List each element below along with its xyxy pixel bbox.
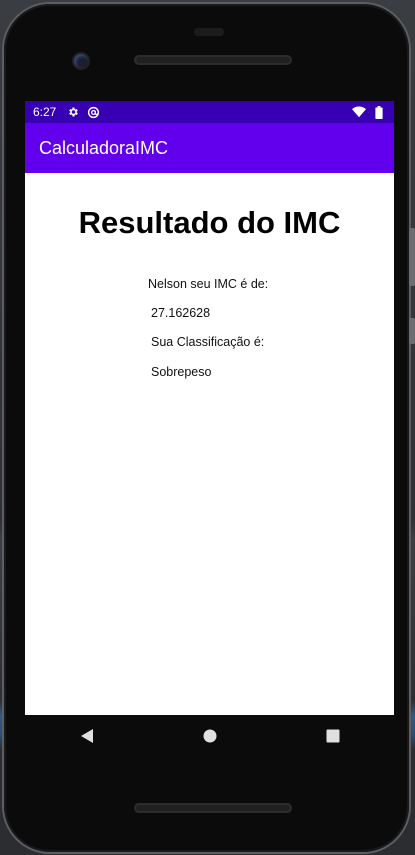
result-heading: Resultado do IMC bbox=[78, 205, 341, 240]
imc-intro-text: Nelson seu IMC é de: bbox=[148, 277, 269, 291]
power-button[interactable] bbox=[409, 318, 415, 344]
classification-value: Sobrepeso bbox=[151, 365, 212, 379]
top-notch bbox=[194, 28, 224, 36]
status-right-icons bbox=[352, 105, 386, 119]
bottom-speaker bbox=[134, 803, 292, 813]
navigation-bar bbox=[25, 715, 394, 757]
battery-icon bbox=[372, 105, 386, 119]
status-time: 6:27 bbox=[33, 105, 57, 119]
volume-button[interactable] bbox=[409, 228, 415, 286]
home-icon[interactable] bbox=[195, 721, 225, 751]
imc-value-text: 27.162628 bbox=[151, 306, 211, 320]
gear-icon bbox=[66, 105, 80, 119]
app-bar: CalculadoraIMC bbox=[25, 123, 394, 173]
recents-icon[interactable] bbox=[318, 721, 348, 751]
front-camera bbox=[74, 54, 88, 68]
back-icon[interactable] bbox=[72, 721, 102, 751]
wifi-icon bbox=[352, 105, 366, 119]
device-screen: 6:27 CalculadoraIMC Resultado do IMC Nel… bbox=[25, 101, 394, 715]
status-bar: 6:27 bbox=[25, 101, 394, 123]
classification-label: Sua Classificação é: bbox=[151, 335, 265, 349]
emulator-stage: 6:27 CalculadoraIMC Resultado do IMC Nel… bbox=[0, 0, 415, 855]
top-speaker bbox=[134, 55, 292, 65]
app-title: CalculadoraIMC bbox=[39, 137, 169, 158]
result-content: Resultado do IMC Nelson seu IMC é de: 27… bbox=[25, 173, 394, 715]
at-sign-icon bbox=[86, 105, 100, 119]
